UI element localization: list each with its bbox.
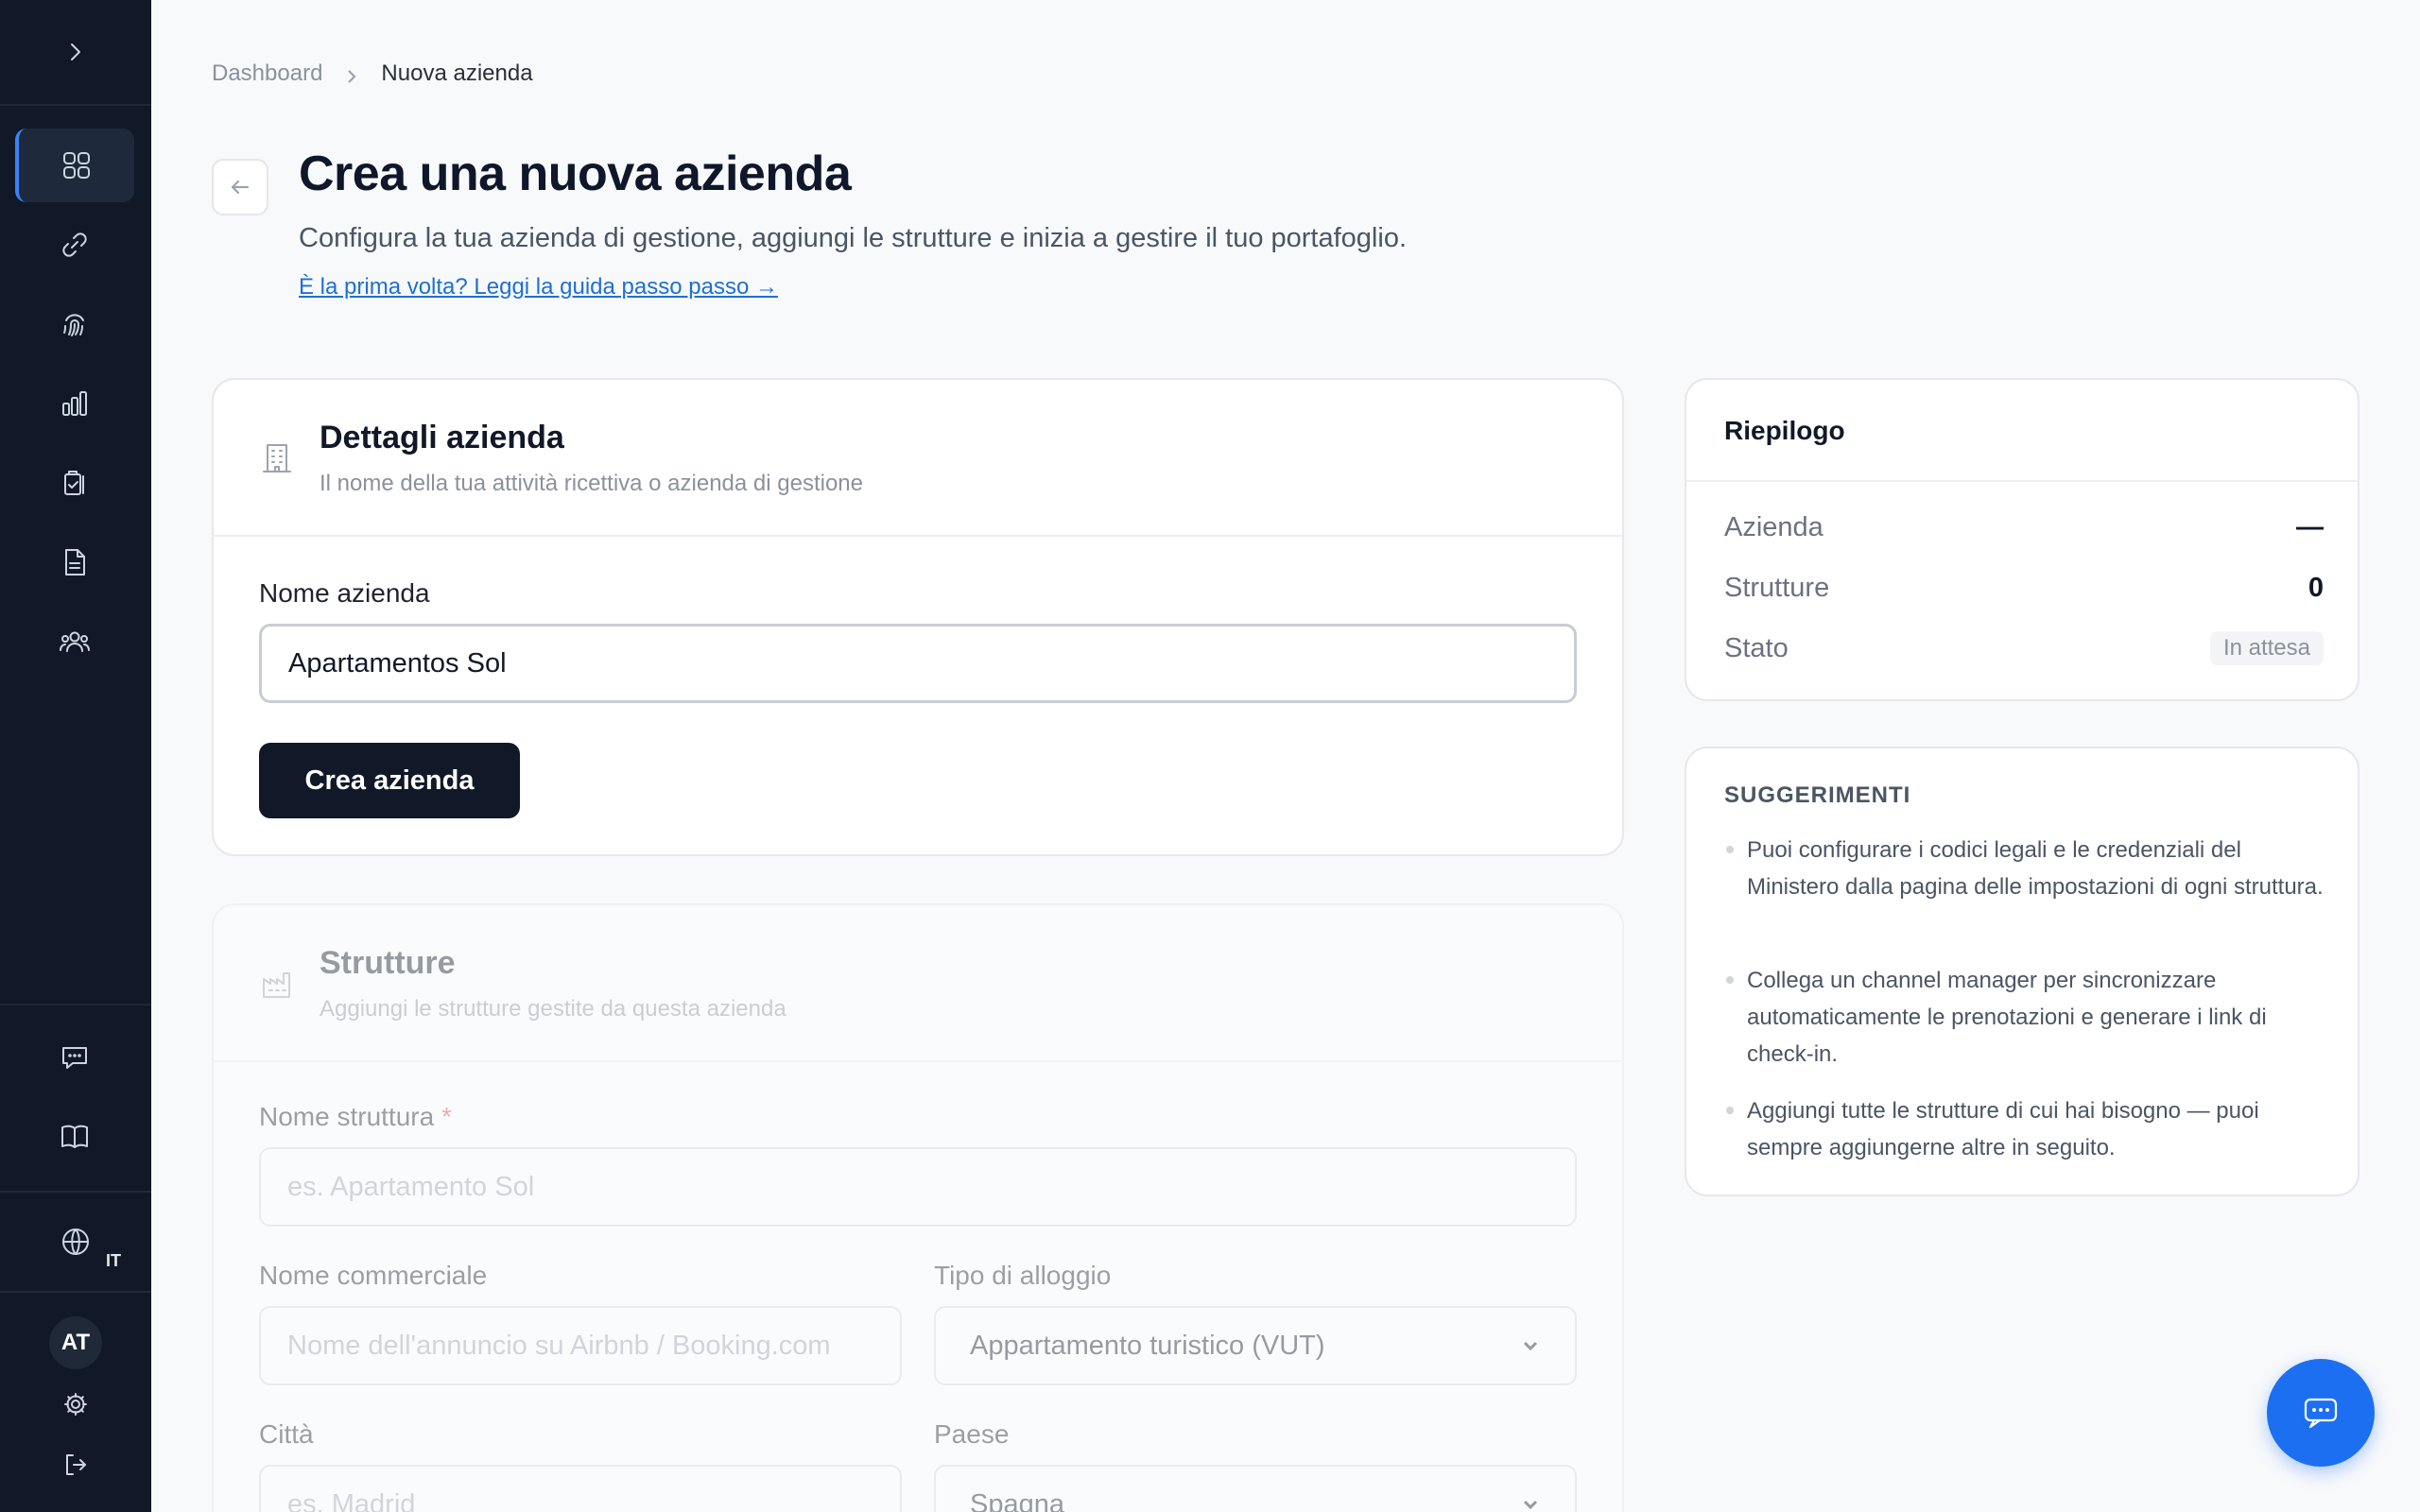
- language-code: IT: [106, 1251, 121, 1270]
- tip-item: Aggiungi tutte le strutture di cui hai b…: [1724, 1092, 2324, 1166]
- chevron-right-icon: [59, 35, 93, 69]
- summary-card: Riepilogo Azienda — Strutture 0 Stato In…: [1685, 378, 2360, 701]
- card-description: Il nome della tua attività ricettiva o a…: [320, 471, 864, 496]
- logout-button[interactable]: [55, 1446, 96, 1487]
- fingerprint-icon: [58, 307, 92, 341]
- company-name-input[interactable]: [259, 624, 1577, 703]
- sidebar-divider: [0, 1191, 151, 1193]
- tip-item: Puoi configurare i codici legali e le cr…: [1724, 832, 2324, 905]
- summary-structures-label: Strutture: [1724, 573, 1830, 603]
- settings-button[interactable]: [55, 1385, 96, 1427]
- logout-icon: [61, 1451, 90, 1484]
- bar-chart-icon: [58, 387, 92, 421]
- chat-button[interactable]: [2267, 1359, 2375, 1467]
- sidebar-divider: [0, 1291, 151, 1293]
- avatar[interactable]: AT: [49, 1316, 102, 1369]
- country-select[interactable]: Spagna: [934, 1465, 1577, 1512]
- accommodation-type-select[interactable]: Appartamento turistico (VUT): [934, 1306, 1577, 1385]
- card-header: Dettagli azienda Il nome della tua attiv…: [214, 380, 1622, 537]
- grid-icon: [60, 148, 94, 182]
- sidebar-item-docs[interactable]: [15, 1100, 134, 1174]
- accommodation-type-label: Tipo di alloggio: [934, 1261, 1112, 1290]
- summary-divider: [1686, 480, 2358, 482]
- document-icon: [58, 545, 92, 579]
- tips-card: SUGGERIMENTI Puoi configurare i codici l…: [1685, 747, 2360, 1196]
- sidebar: IT AT: [0, 0, 151, 1512]
- sidebar-item-dashboard[interactable]: [15, 129, 134, 202]
- sidebar-expand-button[interactable]: [0, 0, 151, 106]
- building-icon: [259, 440, 295, 481]
- required-mark: *: [441, 1102, 452, 1131]
- sidebar-item-identity[interactable]: [15, 287, 134, 361]
- tip-item: Collega un channel manager per sincroniz…: [1724, 962, 2324, 1073]
- language-switcher[interactable]: [38, 1204, 113, 1280]
- commercial-name-input[interactable]: Nome dell'annuncio su Airbnb / Booking.c…: [259, 1306, 902, 1385]
- chevron-right-icon: [343, 65, 360, 83]
- summary-row-status: Stato In attesa: [1724, 631, 2324, 665]
- structures-card: Strutture Aggiungi le strutture gestite …: [212, 903, 1624, 1512]
- link-icon: [58, 228, 92, 262]
- arrow-left-icon: [231, 180, 250, 195]
- message-icon: [58, 1040, 92, 1074]
- card-header: Strutture Aggiungi le strutture gestite …: [214, 905, 1622, 1062]
- breadcrumb: Dashboard Nuova azienda: [212, 60, 533, 87]
- breadcrumb-dashboard-link[interactable]: Dashboard: [212, 60, 322, 87]
- summary-row-structures: Strutture 0: [1724, 573, 2324, 604]
- sidebar-item-documents[interactable]: [15, 525, 134, 599]
- structure-name-label-text: Nome struttura: [259, 1102, 435, 1131]
- structure-name-label: Nome struttura *: [259, 1102, 452, 1132]
- summary-title: Riepilogo: [1724, 416, 1845, 445]
- back-button[interactable]: [212, 159, 268, 215]
- company-name-label: Nome azienda: [259, 578, 430, 608]
- company-details-card: Dettagli azienda Il nome della tua attiv…: [212, 378, 1624, 856]
- sidebar-item-messages[interactable]: [15, 1021, 134, 1094]
- structure-name-input[interactable]: es. Apartamento Sol: [259, 1147, 1577, 1227]
- sidebar-divider: [0, 1004, 151, 1005]
- create-company-button[interactable]: Crea azienda: [259, 743, 520, 818]
- summary-company-label: Azienda: [1724, 512, 1824, 542]
- commercial-name-label: Nome commerciale: [259, 1261, 488, 1290]
- gear-icon: [61, 1390, 90, 1423]
- country-label: Paese: [934, 1419, 1010, 1449]
- accommodation-type-value: Appartamento turistico (VUT): [970, 1330, 1325, 1361]
- globe-icon: [59, 1225, 93, 1259]
- summary-status-label: Stato: [1724, 632, 1789, 663]
- status-badge: In attesa: [2209, 631, 2324, 665]
- book-icon: [58, 1120, 92, 1154]
- page-subtitle: Configura la tua azienda di gestione, ag…: [299, 223, 1408, 253]
- chevron-down-icon: [1523, 1500, 1538, 1510]
- page-title: Crea una nuova azienda: [299, 146, 852, 201]
- summary-row-company: Azienda —: [1724, 512, 2324, 543]
- summary-structures-value: 0: [2308, 573, 2324, 603]
- guide-link[interactable]: È la prima volta? Leggi la guida passo p…: [299, 274, 778, 301]
- summary-company-value: —: [2296, 512, 2324, 542]
- card-description: Aggiungi le strutture gestite da questa …: [320, 996, 786, 1022]
- sidebar-item-checkins[interactable]: [15, 446, 134, 520]
- city-input[interactable]: es. Madrid: [259, 1465, 902, 1512]
- clipboard-check-icon: [58, 466, 92, 500]
- factory-icon: [259, 966, 295, 1006]
- country-value: Spagna: [970, 1488, 1064, 1512]
- sidebar-item-guests[interactable]: [15, 605, 134, 679]
- card-title: Strutture: [320, 945, 456, 981]
- chevron-down-icon: [1523, 1341, 1538, 1351]
- card-title: Dettagli azienda: [320, 420, 564, 455]
- tips-title: SUGGERIMENTI: [1724, 782, 1911, 808]
- chat-icon: [2304, 1398, 2338, 1429]
- users-icon: [58, 625, 92, 659]
- sidebar-item-reports[interactable]: [15, 367, 134, 440]
- breadcrumb-current: Nuova azienda: [381, 60, 533, 86]
- city-label: Città: [259, 1419, 314, 1449]
- sidebar-item-links[interactable]: [15, 208, 134, 282]
